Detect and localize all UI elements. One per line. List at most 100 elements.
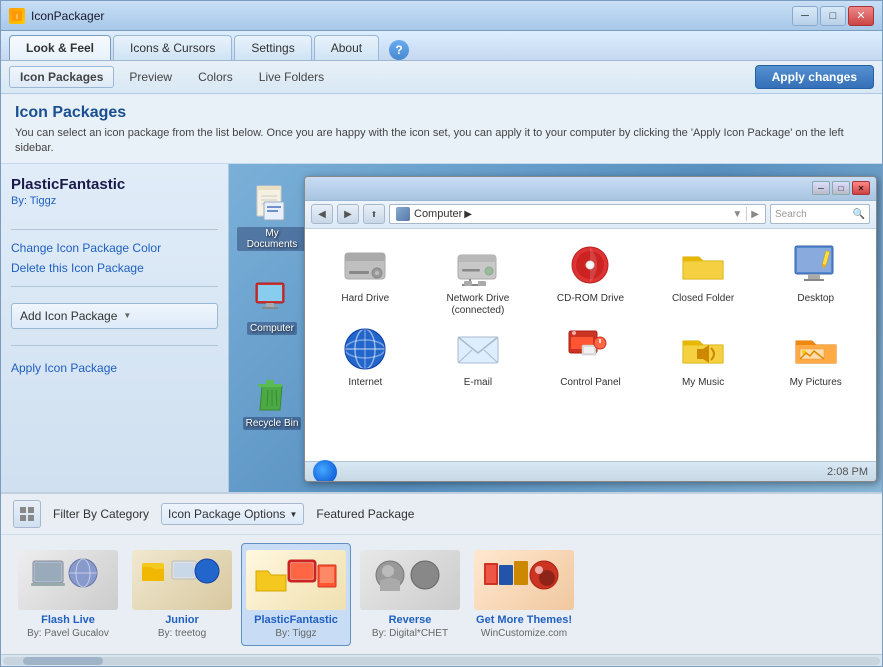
change-color-link[interactable]: Change Icon Package Color bbox=[11, 238, 218, 258]
desktop-icon-label: Recycle Bin bbox=[243, 417, 302, 430]
icon-closed-folder[interactable]: Closed Folder bbox=[651, 241, 756, 317]
icon-control-panel[interactable]: Control Panel bbox=[538, 325, 643, 389]
back-button[interactable]: ◀ bbox=[311, 204, 333, 224]
desktop-icon-recycle-bin: Recycle Bin bbox=[237, 374, 307, 430]
explorer-window: ─ □ ✕ ◀ ▶ ⬆ Computer bbox=[304, 176, 877, 482]
up-button[interactable]: ⬆ bbox=[363, 204, 385, 224]
search-icon[interactable]: 🔍 bbox=[853, 209, 865, 220]
search-placeholder: Search bbox=[775, 209, 853, 220]
page-description: You can select an icon package from the … bbox=[15, 126, 868, 157]
icon-network-drive-label: Network Drive (connected) bbox=[446, 293, 509, 317]
explorer-status-bar: 2:08 PM bbox=[305, 461, 876, 481]
tab-look-feel[interactable]: Look & Feel bbox=[9, 35, 111, 60]
icon-my-music-label: My Music bbox=[682, 377, 724, 389]
explorer-toolbar: ◀ ▶ ⬆ Computer ▶ ▼ ▶ bbox=[305, 201, 876, 229]
windows-start-orb[interactable] bbox=[313, 460, 337, 483]
package-item-flash-live[interactable]: Flash Live By: Pavel Gucalov bbox=[13, 543, 123, 646]
address-bar[interactable]: Computer ▶ ▼ ▶ bbox=[389, 204, 766, 224]
address-text: Computer bbox=[414, 208, 462, 220]
minimize-button[interactable]: ─ bbox=[792, 6, 818, 26]
forward-button[interactable]: ▶ bbox=[337, 204, 359, 224]
package-item-plastic-fantastic[interactable]: PlasticFantastic By: Tiggz bbox=[241, 543, 351, 646]
title-bar-left: I IconPackager bbox=[9, 8, 104, 24]
maximize-button[interactable]: □ bbox=[820, 6, 846, 26]
icon-network-drive[interactable]: Network Drive (connected) bbox=[426, 241, 531, 317]
window-title: IconPackager bbox=[31, 9, 104, 23]
icon-my-music[interactable]: My Music bbox=[651, 325, 756, 389]
filter-category-label[interactable]: Filter By Category bbox=[53, 507, 149, 521]
tab-icons-cursors[interactable]: Icons & Cursors bbox=[113, 35, 232, 60]
package-options-button[interactable]: Icon Package Options ▼ bbox=[161, 503, 304, 525]
view-grid-button[interactable] bbox=[13, 500, 41, 528]
divider-2 bbox=[11, 286, 218, 287]
featured-package-label: Featured Package bbox=[316, 507, 414, 521]
address-go[interactable]: ▶ bbox=[751, 209, 759, 220]
pkg-author-get-more: WinCustomize.com bbox=[481, 628, 567, 639]
desktop-preview: My Documents Computer bbox=[229, 164, 882, 492]
subtab-live-folders[interactable]: Live Folders bbox=[248, 66, 335, 88]
scroll-track bbox=[3, 657, 880, 665]
desktop-icon-label: My Documents bbox=[237, 227, 307, 251]
help-button[interactable]: ? bbox=[389, 40, 409, 60]
pkg-preview-junior bbox=[132, 550, 232, 610]
search-box: Search 🔍 bbox=[770, 204, 870, 224]
icon-desktop[interactable]: Desktop bbox=[763, 241, 868, 317]
bottom-scrollbar[interactable] bbox=[1, 654, 882, 666]
scroll-thumb[interactable] bbox=[23, 657, 103, 665]
explorer-maximize-btn[interactable]: □ bbox=[832, 181, 850, 195]
sub-tabs-bar: Icon Packages Preview Colors Live Folder… bbox=[1, 61, 882, 94]
explorer-minimize-btn[interactable]: ─ bbox=[812, 181, 830, 195]
packages-bar: Filter By Category Icon Package Options … bbox=[1, 492, 882, 666]
page-header: Icon Packages You can select an icon pac… bbox=[1, 94, 882, 164]
pkg-name-reverse: Reverse bbox=[389, 614, 432, 626]
icon-email-label: E-mail bbox=[464, 377, 492, 389]
pkg-author-junior: By: treetog bbox=[158, 628, 206, 639]
icon-internet-label: Internet bbox=[348, 377, 382, 389]
pkg-name-flash-live: Flash Live bbox=[41, 614, 95, 626]
content-area: Icon Packages You can select an icon pac… bbox=[1, 94, 882, 666]
svg-text:I: I bbox=[16, 14, 18, 21]
tab-settings[interactable]: Settings bbox=[234, 35, 311, 60]
pkg-name-plastic-fantastic: PlasticFantastic bbox=[254, 614, 338, 626]
icon-email[interactable]: E-mail bbox=[426, 325, 531, 389]
close-button[interactable]: ✕ bbox=[848, 6, 874, 26]
dropdown-arrow-icon: ▼ bbox=[123, 311, 131, 320]
tab-about[interactable]: About bbox=[314, 35, 379, 60]
icon-cdrom[interactable]: CD-ROM Drive bbox=[538, 241, 643, 317]
delete-package-link[interactable]: Delete this Icon Package bbox=[11, 258, 218, 278]
pkg-author-plastic-fantastic: By: Tiggz bbox=[275, 628, 316, 639]
packages-scroll-area: Flash Live By: Pavel Gucalov bbox=[1, 535, 882, 654]
selected-package-name: PlasticFantastic bbox=[11, 176, 218, 193]
main-tabs-bar: Look & Feel Icons & Cursors Settings Abo… bbox=[1, 31, 882, 61]
package-item-junior[interactable]: Junior By: treetog bbox=[127, 543, 237, 646]
apply-package-link[interactable]: Apply Icon Package bbox=[11, 358, 218, 378]
package-item-get-more[interactable]: Get More Themes! WinCustomize.com bbox=[469, 543, 579, 646]
address-dropdown[interactable]: ▼ bbox=[732, 209, 742, 220]
page-title: Icon Packages bbox=[15, 104, 868, 122]
apply-changes-button[interactable]: Apply changes bbox=[755, 65, 874, 89]
divider-1 bbox=[11, 229, 218, 230]
subtab-icon-packages[interactable]: Icon Packages bbox=[9, 66, 114, 88]
icons-grid: Hard Drive bbox=[305, 229, 876, 461]
package-item-reverse[interactable]: Reverse By: Digital*CHET bbox=[355, 543, 465, 646]
icon-hard-drive[interactable]: Hard Drive bbox=[313, 241, 418, 317]
address-arrow: ▶ bbox=[464, 209, 472, 220]
icon-my-pictures[interactable]: My Pictures bbox=[763, 325, 868, 389]
icon-internet[interactable]: Internet bbox=[313, 325, 418, 389]
pkg-preview-plastic-fantastic bbox=[246, 550, 346, 610]
explorer-close-btn[interactable]: ✕ bbox=[852, 181, 870, 195]
selected-package-author: By: Tiggz bbox=[11, 195, 218, 207]
add-package-button[interactable]: Add Icon Package ▼ bbox=[11, 303, 218, 329]
subtab-colors[interactable]: Colors bbox=[187, 66, 244, 88]
app-window: I IconPackager ─ □ ✕ Look & Feel Icons &… bbox=[0, 0, 883, 667]
status-time: 2:08 PM bbox=[827, 466, 868, 478]
pkg-name-junior: Junior bbox=[165, 614, 199, 626]
title-bar: I IconPackager ─ □ ✕ bbox=[1, 1, 882, 31]
computer-icon-sm bbox=[396, 207, 410, 221]
pkg-preview-flash-live bbox=[18, 550, 118, 610]
subtab-preview[interactable]: Preview bbox=[118, 66, 183, 88]
pkg-preview-reverse bbox=[360, 550, 460, 610]
desktop-icon-label: Computer bbox=[247, 322, 297, 335]
icon-hard-drive-label: Hard Drive bbox=[341, 293, 389, 305]
desktop-icon-computer: Computer bbox=[237, 279, 307, 335]
